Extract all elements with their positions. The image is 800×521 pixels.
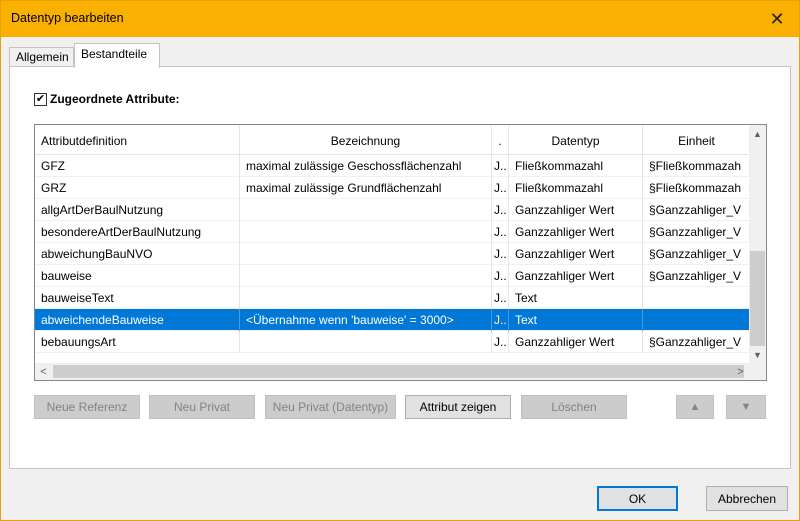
vertical-scrollbar[interactable]: ▲ ▼ <box>749 125 766 363</box>
arrow-down-icon: ▼ <box>740 401 752 413</box>
edit-datatype-dialog: Datentyp bearbeiten ✕ Allgemein Bestandt… <box>0 0 800 521</box>
horizontal-scrollbar[interactable]: < > <box>35 363 766 380</box>
cell-einheit: §Ganzzahliger_V <box>643 331 751 353</box>
table-row[interactable]: abweichungBauNVO J.. Ganzzahliger Wert §Gan… <box>35 243 751 265</box>
cell-bezeichnung <box>240 287 492 309</box>
table-row[interactable]: GFZ maximal zulässige Geschossflächenzahl… <box>35 155 751 177</box>
cell-attributdefinition: GRZ <box>35 177 240 199</box>
column-header-flag[interactable]: . <box>492 125 509 155</box>
cell-datentyp: Ganzzahliger Wert <box>509 243 643 265</box>
cell-einheit <box>643 287 751 309</box>
cell-datentyp: Ganzzahliger Wert <box>509 265 643 287</box>
cell-bezeichnung: <Übernahme wenn 'bauweise' = 3000> <box>240 309 492 331</box>
cell-bezeichnung <box>240 243 492 265</box>
scroll-up-icon[interactable]: ▲ <box>749 125 766 142</box>
cell-attributdefinition: abweichendeBauweise <box>35 309 240 331</box>
table-row[interactable]: bauweiseText J.. Text <box>35 287 751 309</box>
horizontal-scroll-thumb[interactable] <box>53 365 744 378</box>
ok-button[interactable]: OK <box>597 486 678 511</box>
cell-einheit: §Ganzzahliger_V <box>643 265 751 287</box>
window-title: Datentyp bearbeiten <box>11 11 124 25</box>
column-header-bezeichnung[interactable]: Bezeichnung <box>240 125 492 155</box>
cell-attributdefinition: besondereArtDerBaulNutzung <box>35 221 240 243</box>
table-row[interactable]: GRZ maximal zulässige Grundflächenzahl J..… <box>35 177 751 199</box>
close-button[interactable]: ✕ <box>755 1 799 37</box>
cell-einheit: §Ganzzahliger_V <box>643 199 751 221</box>
cell-datentyp: Ganzzahliger Wert <box>509 331 643 353</box>
table-row[interactable]: bauweise J.. Ganzzahliger Wert §Ganzzahlige… <box>35 265 751 287</box>
table-row[interactable]: besondereArtDerBaulNutzung J.. Ganzzahlige… <box>35 221 751 243</box>
arrow-up-icon: ▲ <box>689 401 701 413</box>
attributes-table[interactable]: Attributdefinition Bezeichnung . Datenty… <box>34 124 767 381</box>
show-attribute-button[interactable]: Attribut zeigen <box>405 395 511 419</box>
cell-flag: J.. <box>492 243 509 265</box>
cancel-button[interactable]: Abbrechen <box>706 486 788 511</box>
scrollbar-corner <box>749 363 766 380</box>
cell-bezeichnung <box>240 331 492 353</box>
cell-flag: J.. <box>492 265 509 287</box>
tab-bestandteile[interactable]: Bestandteile <box>74 43 160 68</box>
cell-bezeichnung: maximal zulässige Grundflächenzahl <box>240 177 492 199</box>
cell-flag: J.. <box>492 221 509 243</box>
table-header: Attributdefinition Bezeichnung . Datenty… <box>35 125 751 155</box>
new-private-datatype-button[interactable]: Neu Privat (Datentyp) <box>265 395 396 419</box>
scroll-right-icon[interactable]: > <box>732 363 749 380</box>
cell-attributdefinition: bebauungsArt <box>35 331 240 353</box>
cell-datentyp: Text <box>509 309 643 331</box>
tab-allgemein[interactable]: Allgemein <box>9 47 74 67</box>
checkmark-icon: ✔ <box>35 92 46 105</box>
cell-datentyp: Ganzzahliger Wert <box>509 221 643 243</box>
cell-datentyp: Ganzzahliger Wert <box>509 199 643 221</box>
cell-flag: J.. <box>492 287 509 309</box>
cell-datentyp: Fließkommazahl <box>509 177 643 199</box>
cell-einheit: §Fließkommazah <box>643 155 751 177</box>
cell-flag: J.. <box>492 331 509 353</box>
assigned-attributes-checkbox[interactable]: ✔ Zugeordnete Attribute: <box>34 92 180 106</box>
cell-flag: J.. <box>492 309 509 331</box>
table-body: GFZ maximal zulässige Geschossflächenzahl… <box>35 155 751 353</box>
cell-bezeichnung <box>240 221 492 243</box>
table-row[interactable]: abweichendeBauweise <Übernahme wenn 'bauw… <box>35 309 751 331</box>
table-row[interactable]: allgArtDerBaulNutzung J.. Ganzzahliger Wer… <box>35 199 751 221</box>
table-row[interactable]: bebauungsArt J.. Ganzzahliger Wert §Ganzzah… <box>35 331 751 353</box>
cell-flag: J.. <box>492 177 509 199</box>
title-bar[interactable]: Datentyp bearbeiten ✕ <box>1 1 799 37</box>
new-private-button[interactable]: Neu Privat <box>149 395 255 419</box>
cell-bezeichnung <box>240 199 492 221</box>
column-header-datentyp[interactable]: Datentyp <box>509 125 643 155</box>
move-down-button[interactable]: ▼ <box>726 395 766 419</box>
cell-datentyp: Text <box>509 287 643 309</box>
checkbox-label: Zugeordnete Attribute: <box>50 92 180 106</box>
cell-einheit: §Fließkommazah <box>643 177 751 199</box>
cell-attributdefinition: bauweise <box>35 265 240 287</box>
cell-datentyp: Fließkommazahl <box>509 155 643 177</box>
column-header-einheit[interactable]: Einheit <box>643 125 751 155</box>
vertical-scroll-thumb[interactable] <box>750 251 765 346</box>
scroll-left-icon[interactable]: < <box>35 363 52 380</box>
checkbox-box[interactable]: ✔ <box>34 92 47 106</box>
new-reference-button[interactable]: Neue Referenz <box>34 395 140 419</box>
cell-flag: J.. <box>492 199 509 221</box>
cell-flag: J.. <box>492 155 509 177</box>
cell-einheit: §Ganzzahliger_V <box>643 243 751 265</box>
cell-attributdefinition: abweichungBauNVO <box>35 243 240 265</box>
move-up-button[interactable]: ▲ <box>676 395 714 419</box>
cell-einheit: §Ganzzahliger_V <box>643 221 751 243</box>
cell-bezeichnung: maximal zulässige Geschossflächenzahl <box>240 155 492 177</box>
column-header-attributdefinition[interactable]: Attributdefinition <box>35 125 240 155</box>
cell-attributdefinition: allgArtDerBaulNutzung <box>35 199 240 221</box>
tab-panel-bestandteile: ✔ Zugeordnete Attribute: Attributdefinit… <box>9 66 791 469</box>
close-icon: ✕ <box>769 8 785 29</box>
cell-einheit <box>643 309 751 331</box>
cell-attributdefinition: bauweiseText <box>35 287 240 309</box>
cell-bezeichnung <box>240 265 492 287</box>
delete-button[interactable]: Löschen <box>521 395 627 419</box>
scroll-down-icon[interactable]: ▼ <box>749 346 766 363</box>
cell-attributdefinition: GFZ <box>35 155 240 177</box>
